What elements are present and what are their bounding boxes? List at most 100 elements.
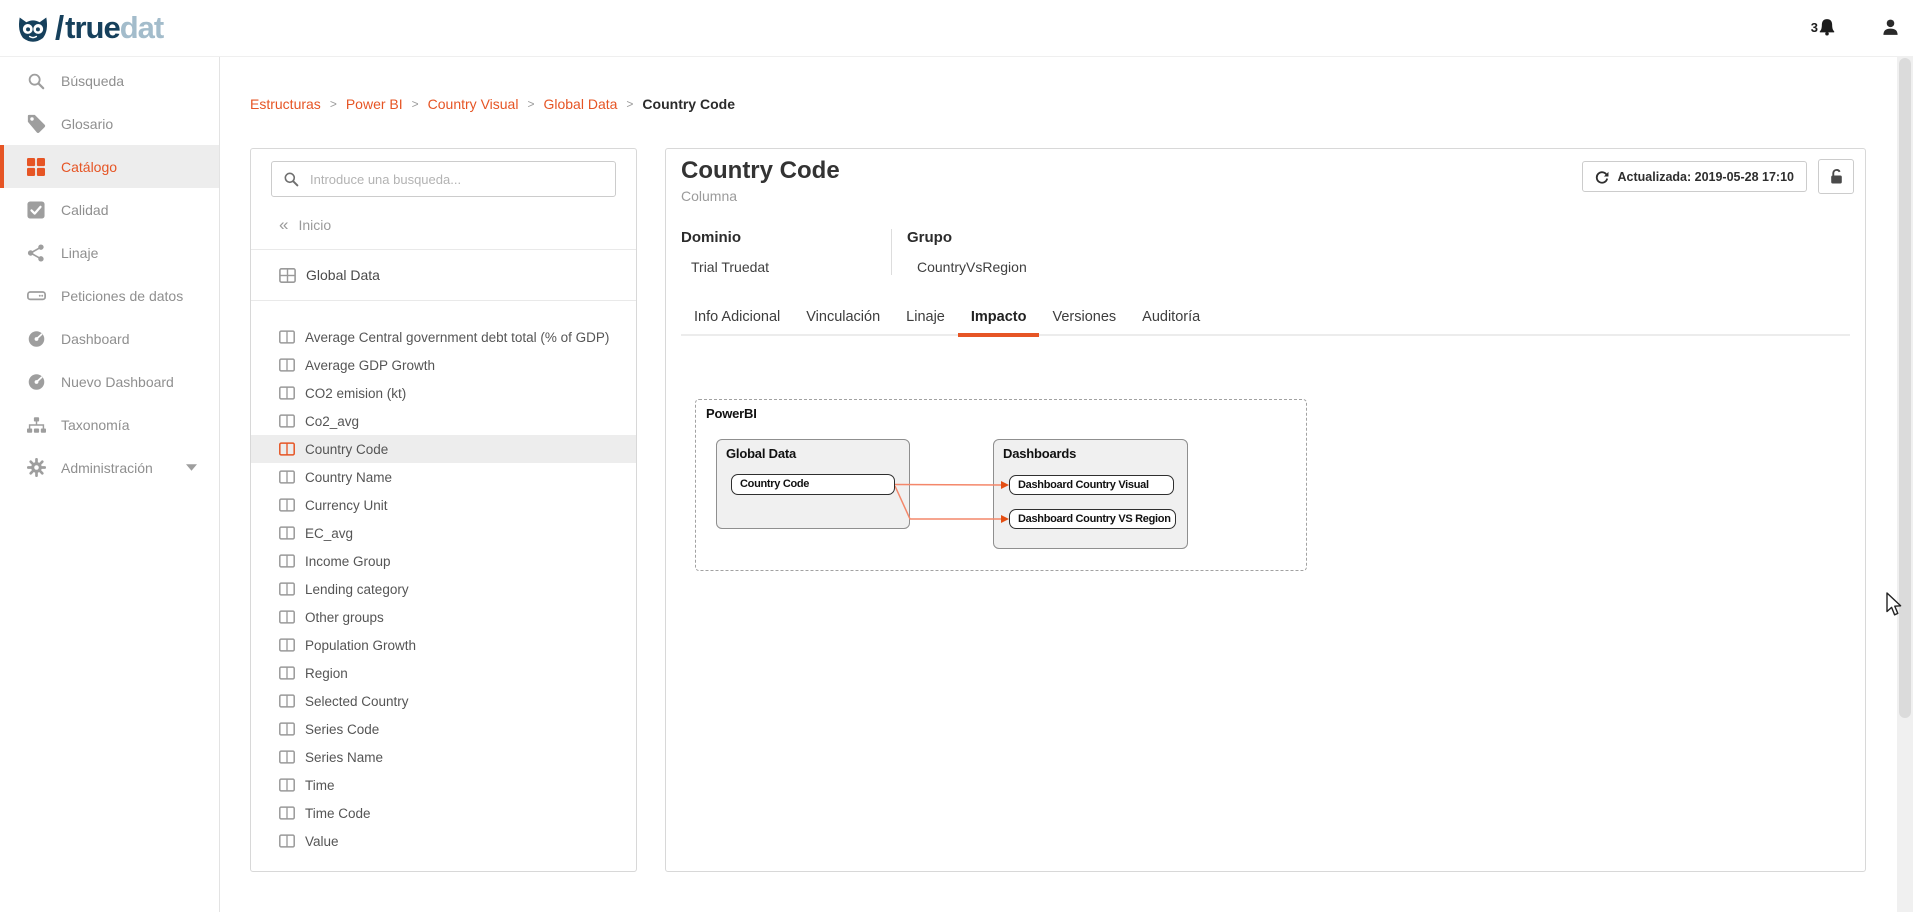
field-item-label: Country Name: [305, 470, 392, 485]
field-value: Trial Truedat: [691, 259, 891, 275]
sidebar-item-catalogo[interactable]: Catálogo: [0, 145, 219, 188]
system-cluster-label: PowerBI: [706, 406, 757, 421]
field-label: Grupo: [907, 229, 1027, 246]
user-icon: [1882, 19, 1899, 36]
field-item-ec-avg[interactable]: EC_avg: [251, 519, 636, 547]
parent-structure-link[interactable]: Global Data: [251, 250, 636, 301]
back-to-home-link[interactable]: « Inicio: [251, 209, 636, 250]
field-item-value[interactable]: Value: [251, 827, 636, 855]
column-icon: [279, 582, 295, 596]
sidebar-item-taxonomia[interactable]: Taxonomía: [0, 403, 219, 446]
sidebar-item-dashboard[interactable]: Dashboard: [0, 317, 219, 360]
notifications-button[interactable]: 3: [1811, 18, 1835, 36]
field-item-selected-country[interactable]: Selected Country: [251, 687, 636, 715]
sitemap-icon: [26, 417, 46, 433]
sidebar-item-nuevo-dashboard[interactable]: Nuevo Dashboard: [0, 360, 219, 403]
column-icon: [279, 554, 295, 568]
column-icon: [279, 806, 295, 820]
breadcrumb: Estructuras>Power BI>Country Visual>Glob…: [250, 96, 735, 112]
tab-versiones[interactable]: Versiones: [1039, 307, 1129, 337]
field-item-currency-unit[interactable]: Currency Unit: [251, 491, 636, 519]
field-item-other-groups[interactable]: Other groups: [251, 603, 636, 631]
user-menu-button[interactable]: [1882, 19, 1899, 36]
sidebar-item-label: Linaje: [61, 245, 98, 261]
field-item-label: Lending category: [305, 582, 409, 597]
breadcrumb-current: Country Code: [642, 96, 735, 112]
field-item-time[interactable]: Time: [251, 771, 636, 799]
breadcrumb-link-country-visual[interactable]: Country Visual: [428, 96, 519, 112]
column-icon: [279, 722, 295, 736]
double-chevron-left-icon: «: [279, 219, 288, 231]
column-icon: [279, 498, 295, 512]
tab-linaje[interactable]: Linaje: [893, 307, 958, 337]
source-group-label: Global Data: [726, 446, 796, 461]
field-item-co2-avg[interactable]: Co2_avg: [251, 407, 636, 435]
truedat-logo[interactable]: / true dat: [14, 8, 163, 48]
logo-text-dat: dat: [120, 10, 164, 46]
back-to-home-label: Inicio: [298, 217, 331, 233]
gauge-icon: [26, 373, 46, 391]
field-item-label: Average GDP Growth: [305, 358, 435, 373]
field-item-region[interactable]: Region: [251, 659, 636, 687]
tab-info-adicional[interactable]: Info Adicional: [681, 307, 793, 337]
unlock-icon: [1828, 168, 1845, 185]
sidebar-item-peticiones-de-datos[interactable]: Peticiones de datos: [0, 274, 219, 317]
breadcrumb-link-power-bi[interactable]: Power BI: [346, 96, 403, 112]
sidebar-item-calidad[interactable]: Calidad: [0, 188, 219, 231]
column-icon: [279, 470, 295, 484]
field-value: CountryVsRegion: [917, 259, 1027, 275]
sidebar-item-glosario[interactable]: Glosario: [0, 102, 219, 145]
tag-icon: [26, 114, 46, 133]
breadcrumb-link-estructuras[interactable]: Estructuras: [250, 96, 321, 112]
field-item-label: Series Code: [305, 722, 379, 737]
field-item-average-central-government-debt-total-of-gdp[interactable]: Average Central government debt total (%…: [251, 323, 636, 351]
impact-node-source[interactable]: Country Code: [731, 474, 895, 495]
field-item-population-growth[interactable]: Population Growth: [251, 631, 636, 659]
structure-browser-panel: « Inicio Global Data Average Central gov…: [250, 148, 637, 872]
field-item-income-group[interactable]: Income Group: [251, 547, 636, 575]
sidebar-item-linaje[interactable]: Linaje: [0, 231, 219, 274]
main-content: Estructuras>Power BI>Country Visual>Glob…: [220, 56, 1897, 912]
field-item-series-name[interactable]: Series Name: [251, 743, 636, 771]
field-item-label: Country Code: [305, 442, 388, 457]
sidebar-item-label: Catálogo: [61, 159, 117, 175]
field-dominio: Dominio Trial Truedat: [681, 229, 891, 275]
column-icon: [279, 834, 295, 848]
vertical-scrollbar[interactable]: [1897, 56, 1913, 912]
field-item-lending-category[interactable]: Lending category: [251, 575, 636, 603]
sidebar: BúsquedaGlosario Catálogo Calidad Linaje Pet…: [0, 56, 220, 912]
tab-vinculacion[interactable]: Vinculación: [793, 307, 893, 337]
tab-auditoria[interactable]: Auditoría: [1129, 307, 1213, 337]
updated-timestamp: Actualizada: 2019-05-28 17:10: [1618, 170, 1794, 184]
field-item-label: Time Code: [305, 806, 371, 821]
field-item-series-code[interactable]: Series Code: [251, 715, 636, 743]
unlock-button[interactable]: [1818, 159, 1854, 194]
sidebar-item-label: Calidad: [61, 202, 108, 218]
field-item-time-code[interactable]: Time Code: [251, 799, 636, 827]
field-item-co2-emision-kt[interactable]: CO2 emision (kt): [251, 379, 636, 407]
structure-search-input[interactable]: [271, 161, 616, 197]
impact-node-target-2[interactable]: Dashboard Country VS Region: [1009, 509, 1176, 529]
scrollbar-thumb[interactable]: [1899, 58, 1911, 718]
sidebar-item-administracion[interactable]: Administración: [0, 446, 219, 489]
sidebar-item-busqueda[interactable]: Búsqueda: [0, 59, 219, 102]
breadcrumb-link-global-data[interactable]: Global Data: [543, 96, 617, 112]
refresh-icon: [1595, 170, 1609, 184]
column-icon: [279, 386, 295, 400]
tab-impacto[interactable]: Impacto: [958, 307, 1040, 337]
check-square-icon: [26, 201, 46, 219]
gauge-icon: [26, 330, 46, 348]
breadcrumb-separator: >: [626, 97, 633, 111]
field-item-label: Series Name: [305, 750, 383, 765]
field-item-average-gdp-growth[interactable]: Average GDP Growth: [251, 351, 636, 379]
field-item-label: Other groups: [305, 610, 384, 625]
field-item-country-name[interactable]: Country Name: [251, 463, 636, 491]
column-icon: [279, 526, 295, 540]
structure-fields: Dominio Trial Truedat Grupo CountryVsReg…: [681, 229, 1027, 275]
field-item-label: Population Growth: [305, 638, 416, 653]
field-item-label: Income Group: [305, 554, 391, 569]
impact-node-target-1[interactable]: Dashboard Country Visual: [1009, 475, 1174, 495]
parent-structure-label: Global Data: [306, 267, 380, 283]
field-item-country-code[interactable]: Country Code: [251, 435, 636, 463]
refresh-updated-button[interactable]: Actualizada: 2019-05-28 17:10: [1582, 161, 1807, 192]
